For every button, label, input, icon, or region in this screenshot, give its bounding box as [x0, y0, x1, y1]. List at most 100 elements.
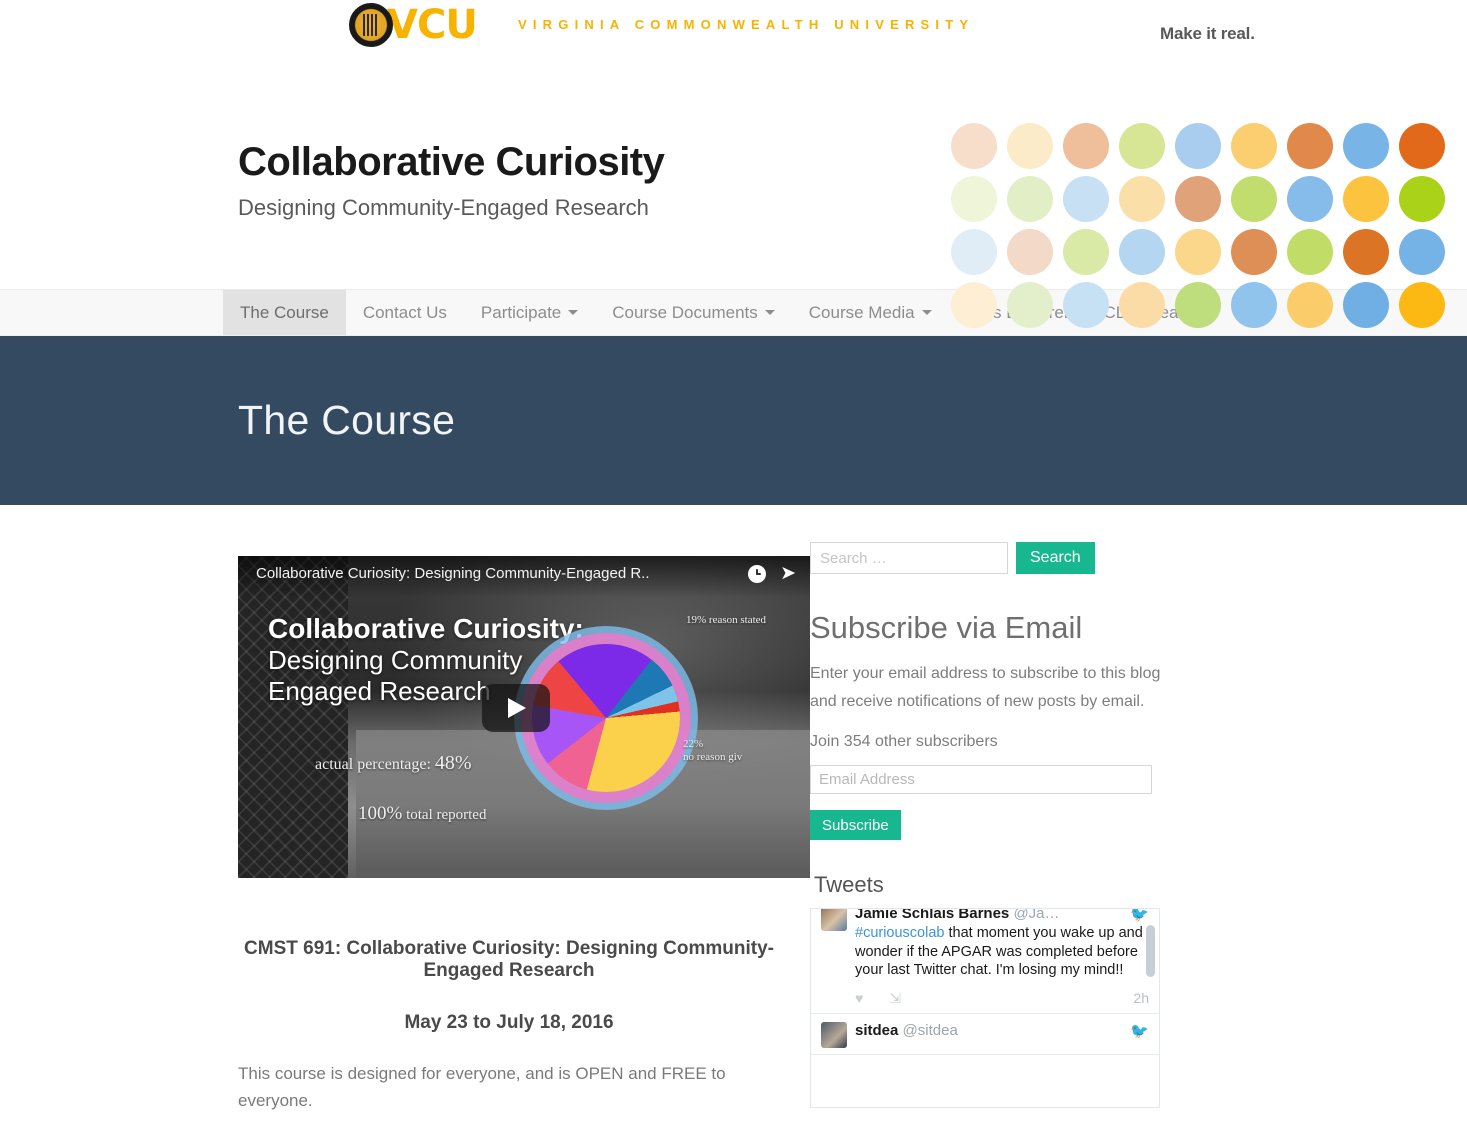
decorative-dot	[1287, 176, 1333, 222]
main-column: Collaborative Curiosity: Designing Commu…	[0, 542, 810, 1131]
decorative-dot	[1063, 282, 1109, 328]
play-button-icon[interactable]	[482, 684, 550, 732]
decorative-dot	[1119, 176, 1165, 222]
video-label-19: 19% reason stated	[686, 614, 767, 626]
course-dates: May 23 to July 18, 2016	[404, 1012, 614, 1033]
decorative-dot	[1287, 123, 1333, 169]
decorative-dot	[1231, 123, 1277, 169]
twitter-bird-icon: 🐦	[1130, 908, 1149, 924]
vcu-brand-bar: VCU VIRGINIA COMMONWEALTH UNIVERSITY Mak…	[0, 0, 1467, 60]
nav-item-course-documents[interactable]: Course Documents	[595, 290, 792, 335]
decorative-dot	[1007, 176, 1053, 222]
video-label-100-value: 100%	[358, 803, 403, 824]
nav-item-label: Course Documents	[612, 302, 758, 322]
nav-item-label: Participate	[480, 302, 562, 322]
decorative-dot	[1063, 229, 1109, 275]
tweet-actions: ♥ ⇲ 2h	[855, 990, 1149, 1007]
video-label-100-suffix: total reported	[402, 807, 487, 823]
nav-item-course-media[interactable]: Course Media	[792, 290, 949, 335]
reply-icon[interactable]: ⇲	[889, 990, 901, 1007]
nav-item-the-course[interactable]: The Course	[223, 290, 346, 335]
decorative-dot	[1063, 123, 1109, 169]
tweets-timeline[interactable]: 🐦 Jamie Schlais Barnes @Ja… #curiouscola…	[810, 908, 1160, 1109]
tweet-hashtag-link[interactable]: #curiouscolab	[855, 925, 944, 941]
tweets-widget-title: Tweets	[814, 872, 884, 898]
video-label-100: 100% total reported	[358, 803, 486, 825]
video-label-22: 22% no reason giv	[683, 738, 742, 763]
page-title: The Course	[238, 397, 456, 443]
decorative-dot	[1007, 229, 1053, 275]
decorative-dot	[1175, 176, 1221, 222]
decorative-dot	[1119, 123, 1165, 169]
decorative-dot	[1231, 176, 1277, 222]
nav-item-label: Contact Us	[362, 302, 447, 322]
nav-item-contact-us[interactable]: Contact Us	[346, 290, 464, 335]
decorative-dot	[1399, 229, 1445, 275]
video-embed[interactable]: Collaborative Curiosity: Designing Commu…	[238, 556, 810, 878]
list-item[interactable]: 🐦 Jamie Schlais Barnes @Ja… #curiouscola…	[811, 908, 1159, 1014]
email-field[interactable]	[810, 765, 1152, 795]
course-intro-text: This course is designed for everyone, an…	[238, 1064, 726, 1111]
search-widget: Search	[810, 542, 1190, 574]
avatar	[821, 909, 847, 932]
decorative-dot	[951, 176, 997, 222]
decorative-dot	[1399, 282, 1445, 328]
like-icon[interactable]: ♥	[855, 990, 863, 1006]
video-label-22-line-1: 22%	[683, 738, 704, 750]
avatar	[821, 1021, 847, 1048]
nav-item-participate[interactable]: Participate	[464, 290, 595, 335]
vcu-tagline: VIRGINIA COMMONWEALTH UNIVERSITY	[518, 17, 975, 32]
video-pie-chart-graphic	[532, 644, 680, 792]
video-label-48: actual percentage: 48%	[315, 752, 472, 775]
chevron-down-icon	[568, 310, 579, 315]
decorative-dot	[1175, 282, 1221, 328]
sidebar: Search Subscribe via Email Enter your em…	[810, 542, 1190, 1131]
video-title: Collaborative Curiosity: Designing Commu…	[256, 565, 650, 582]
decorative-dot	[1287, 229, 1333, 275]
video-overlay-line-1: Collaborative Curiosity:	[268, 613, 584, 644]
vcu-logo[interactable]: VCU	[349, 2, 478, 48]
decorative-dot	[951, 282, 997, 328]
decorative-dot	[1063, 176, 1109, 222]
vcu-wordmark: VCU	[387, 2, 478, 48]
decorative-dot	[1343, 123, 1389, 169]
decorative-dot	[1287, 282, 1333, 328]
decorative-dot	[951, 123, 997, 169]
share-icon[interactable]: ➤	[780, 564, 796, 583]
list-item[interactable]: 🐦 sitdea @sitdea	[811, 1014, 1159, 1055]
subscribe-button[interactable]: Subscribe	[810, 810, 901, 841]
decorative-dot	[1007, 282, 1053, 328]
tweet-header: 🐦 sitdea @sitdea	[855, 1022, 1149, 1040]
course-heading: CMST 691: Collaborative Curiosity: Desig…	[244, 938, 774, 981]
decorative-dot	[1343, 176, 1389, 222]
decorative-dot	[951, 229, 997, 275]
page-banner: The Course	[0, 336, 1467, 505]
tweet-text: #curiouscolab that moment you wake up an…	[855, 924, 1149, 980]
tweet-author-handle: @Ja…	[1013, 908, 1060, 923]
subscribe-widget-title: Subscribe via Email	[810, 610, 1083, 645]
tweet-author-name: sitdea	[855, 1021, 899, 1039]
subscriber-count: Join 354 other subscribers	[810, 733, 998, 751]
tweet-body: 🐦 sitdea @sitdea	[855, 1022, 1149, 1048]
decorative-dot	[1119, 282, 1165, 328]
decorative-dot	[1343, 282, 1389, 328]
decorative-dot	[1007, 123, 1053, 169]
tweet-header: 🐦 Jamie Schlais Barnes @Ja…	[855, 908, 1149, 924]
decorative-dot	[1399, 123, 1445, 169]
search-input[interactable]	[810, 542, 1008, 574]
content-area: Collaborative Curiosity: Designing Commu…	[0, 505, 1467, 1131]
chevron-down-icon	[764, 310, 775, 315]
subscribe-description: Enter your email address to subscribe to…	[810, 665, 1161, 710]
decorative-dot-grid	[951, 123, 1455, 335]
video-title-bar: Collaborative Curiosity: Designing Commu…	[238, 556, 810, 598]
vcu-seal-icon	[349, 3, 393, 47]
video-overlay-line-2: Designing Community	[268, 645, 523, 676]
search-button[interactable]: Search	[1016, 542, 1095, 574]
watch-later-icon[interactable]	[748, 565, 767, 588]
decorative-dot	[1231, 282, 1277, 328]
decorative-dot	[1175, 123, 1221, 169]
tweets-scrollbar[interactable]	[1146, 925, 1155, 1101]
decorative-dot	[1175, 229, 1221, 275]
decorative-dot	[1119, 229, 1165, 275]
tweets-scrollbar-thumb[interactable]	[1146, 925, 1155, 978]
